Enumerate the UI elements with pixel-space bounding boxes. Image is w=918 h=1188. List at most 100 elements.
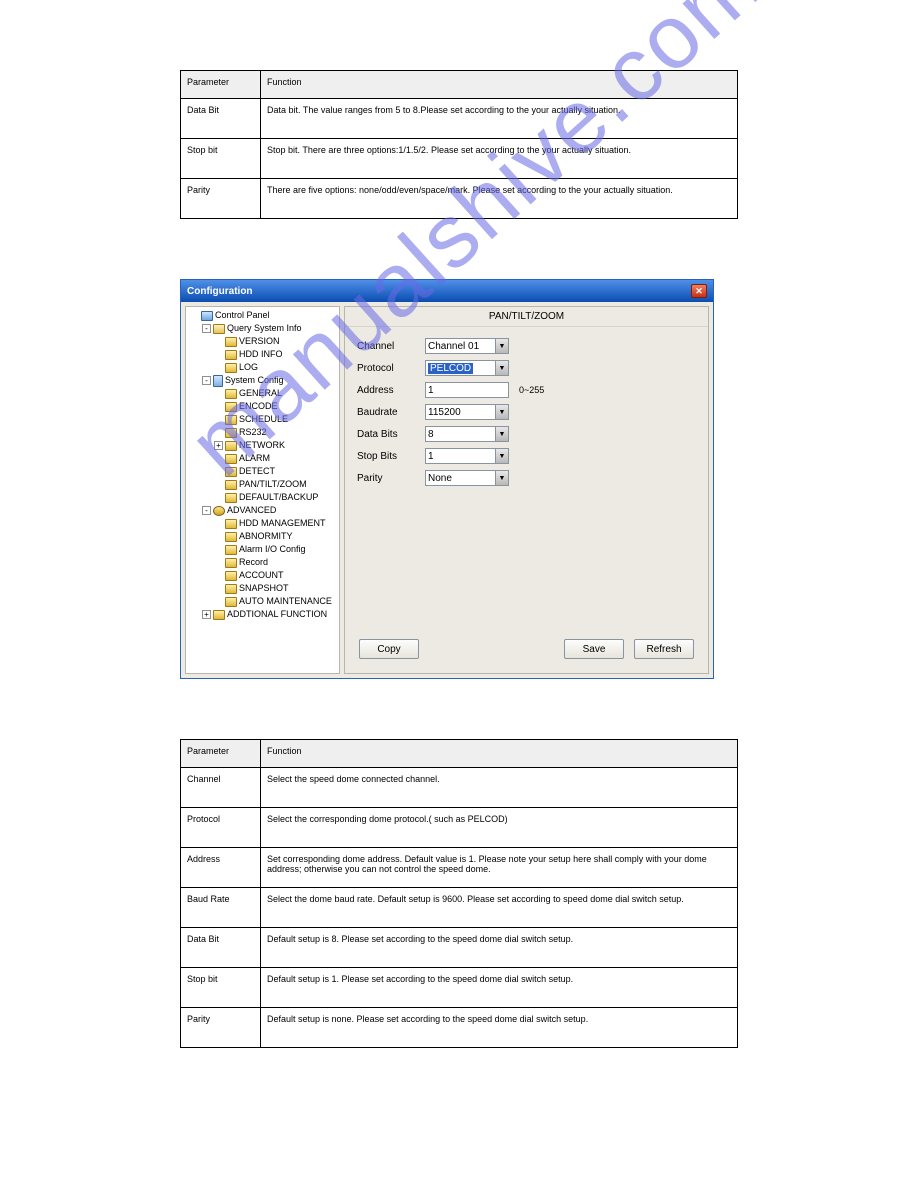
tree-label: HDD MANAGEMENT <box>239 517 326 530</box>
folder-icon <box>225 545 237 555</box>
tree-spacer <box>214 519 223 528</box>
tree-label: AUTO MAINTENANCE <box>239 595 332 608</box>
select-channel[interactable]: Channel 01▼ <box>425 338 509 354</box>
tree-spacer <box>214 558 223 567</box>
tree-label: VERSION <box>239 335 280 348</box>
folder-icon <box>225 415 237 425</box>
configuration-dialog: Configuration ✕ Control Panel-Query Syst… <box>180 279 714 679</box>
tree-item-log[interactable]: LOG <box>212 361 339 374</box>
tree-spacer <box>214 454 223 463</box>
tree-label: ABNORMITY <box>239 530 293 543</box>
dialog-titlebar[interactable]: Configuration ✕ <box>181 280 713 302</box>
tree-item-alarm-i-o-config[interactable]: Alarm I/O Config <box>212 543 339 556</box>
function-cell: Data bit. The value ranges from 5 to 8.P… <box>261 99 738 139</box>
param-cell: Protocol <box>181 808 261 848</box>
tree-label: ADVANCED <box>227 504 276 517</box>
label-databits: Data Bits <box>357 429 415 440</box>
folder-icon <box>225 558 237 568</box>
tree-spacer <box>214 337 223 346</box>
tree-spacer <box>214 571 223 580</box>
expand-icon[interactable]: + <box>202 610 211 619</box>
tree-item-default-backup[interactable]: DEFAULT/BACKUP <box>212 491 339 504</box>
tree-spacer <box>214 350 223 359</box>
panel-title: PAN/TILT/ZOOM <box>345 307 708 327</box>
table-row: Data BitData bit. The value ranges from … <box>181 99 738 139</box>
input-address[interactable] <box>425 382 509 398</box>
tree-spacer <box>214 584 223 593</box>
gear-icon <box>213 506 225 516</box>
tree-label: HDD INFO <box>239 348 283 361</box>
chevron-down-icon: ▼ <box>495 427 508 441</box>
tree-item-record[interactable]: Record <box>212 556 339 569</box>
close-icon[interactable]: ✕ <box>691 284 707 298</box>
tree-item-schedule[interactable]: SCHEDULE <box>212 413 339 426</box>
tree-group-query-system-info[interactable]: -Query System Info <box>200 322 339 335</box>
collapse-icon[interactable]: - <box>202 376 211 385</box>
tree-item-hdd-management[interactable]: HDD MANAGEMENT <box>212 517 339 530</box>
copy-button[interactable]: Copy <box>359 639 419 659</box>
folder-icon <box>225 441 237 451</box>
tree-label: SNAPSHOT <box>239 582 289 595</box>
label-address: Address <box>357 385 415 396</box>
label-stopbits: Stop Bits <box>357 451 415 462</box>
tree-root-node[interactable]: Control Panel <box>188 309 339 322</box>
select-stopbits[interactable]: 1▼ <box>425 448 509 464</box>
table-header: Parameter <box>181 71 261 99</box>
tree-spacer <box>214 532 223 541</box>
tree-spacer <box>214 402 223 411</box>
tree-label: ENCODE <box>239 400 278 413</box>
function-cell: Set corresponding dome address. Default … <box>261 848 738 888</box>
tree-item-general[interactable]: GENERAL <box>212 387 339 400</box>
tree-item-rs232[interactable]: RS232 <box>212 426 339 439</box>
folder-icon <box>225 480 237 490</box>
tree-spacer <box>214 389 223 398</box>
table-header: Parameter <box>181 740 261 768</box>
tree-item-auto-maintenance[interactable]: AUTO MAINTENANCE <box>212 595 339 608</box>
tree-spacer <box>214 467 223 476</box>
tree-item-account[interactable]: ACCOUNT <box>212 569 339 582</box>
table-row: Baud RateSelect the dome baud rate. Defa… <box>181 888 738 928</box>
tree-label: Alarm I/O Config <box>239 543 306 556</box>
tree-group-addtional-function[interactable]: +ADDTIONAL FUNCTION <box>200 608 339 621</box>
refresh-button[interactable]: Refresh <box>634 639 694 659</box>
tree-spacer <box>214 480 223 489</box>
edit-icon <box>213 324 225 334</box>
save-button[interactable]: Save <box>564 639 624 659</box>
collapse-icon[interactable]: - <box>202 324 211 333</box>
collapse-icon[interactable]: - <box>202 506 211 515</box>
tree-panel: Control Panel-Query System InfoVERSIONHD… <box>185 306 340 674</box>
folder-icon <box>225 597 237 607</box>
tree-group-advanced[interactable]: - ADVANCED <box>200 504 339 517</box>
table-header: Function <box>261 71 738 99</box>
param-cell: Parity <box>181 179 261 219</box>
expand-icon[interactable]: + <box>214 441 223 450</box>
label-parity: Parity <box>357 473 415 484</box>
tree-item-encode[interactable]: ENCODE <box>212 400 339 413</box>
tree-item-pan-tilt-zoom[interactable]: PAN/TILT/ZOOM <box>212 478 339 491</box>
sys-icon <box>213 375 223 387</box>
select-parity[interactable]: None▼ <box>425 470 509 486</box>
tree-item-hdd-info[interactable]: HDD INFO <box>212 348 339 361</box>
label-channel: Channel <box>357 341 415 352</box>
tree-item-abnormity[interactable]: ABNORMITY <box>212 530 339 543</box>
select-baudrate[interactable]: 115200▼ <box>425 404 509 420</box>
function-cell: Default setup is none. Please set accord… <box>261 1008 738 1048</box>
tree-group-system-config[interactable]: -System Config <box>200 374 339 387</box>
hint-address: 0~255 <box>519 385 544 395</box>
tree-item-detect[interactable]: DETECT <box>212 465 339 478</box>
folder-icon <box>225 519 237 529</box>
tree-item-snapshot[interactable]: SNAPSHOT <box>212 582 339 595</box>
tree-item-network[interactable]: +NETWORK <box>212 439 339 452</box>
tree-item-version[interactable]: VERSION <box>212 335 339 348</box>
tree-label: ACCOUNT <box>239 569 284 582</box>
folder-icon <box>225 454 237 464</box>
tree-spacer <box>214 493 223 502</box>
table-row: Data BitDefault setup is 8. Please set a… <box>181 928 738 968</box>
table-row: Stop bitStop bit. There are three option… <box>181 139 738 179</box>
tree-item-alarm[interactable]: ALARM <box>212 452 339 465</box>
table-row: ParityThere are five options: none/odd/e… <box>181 179 738 219</box>
function-cell: Default setup is 8. Please set according… <box>261 928 738 968</box>
select-databits[interactable]: 8▼ <box>425 426 509 442</box>
select-protocol[interactable]: PELCOD▼ <box>425 360 509 376</box>
chevron-down-icon: ▼ <box>495 449 508 463</box>
